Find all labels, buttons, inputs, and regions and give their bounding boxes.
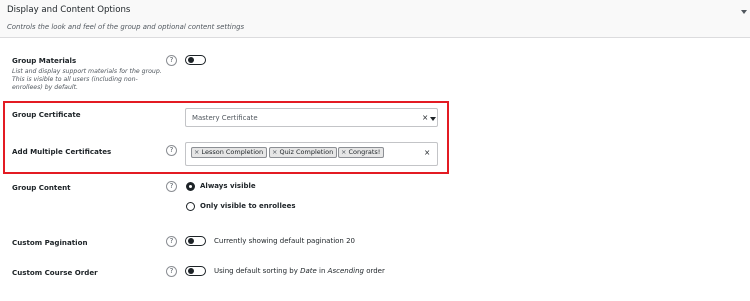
custom-pagination-toggle[interactable] — [185, 236, 206, 246]
tag-remove-icon[interactable]: × — [194, 148, 199, 156]
toggle-knob — [188, 268, 194, 274]
panel-title: Display and Content Options — [7, 5, 131, 15]
radio-only-enrollees-label[interactable]: Only visible to enrollees — [200, 202, 296, 210]
group-materials-toggle[interactable] — [185, 55, 206, 65]
custom-course-order-label: Custom Course Order — [12, 268, 98, 277]
help-icon[interactable]: ? — [166, 266, 177, 277]
radio-always-visible-label[interactable]: Always visible — [200, 182, 256, 190]
toggle-knob — [188, 238, 194, 244]
certificate-tag: × Quiz Completion — [269, 147, 338, 158]
panel-subtitle: Controls the look and feel of the group … — [7, 23, 245, 31]
certificate-tag: × Congrats! — [338, 147, 385, 158]
toggle-knob — [188, 57, 194, 63]
certificate-tag: × Lesson Completion — [191, 147, 268, 158]
certificate-tag-label: Congrats! — [348, 148, 381, 156]
panel-header: Display and Content Options Controls the… — [0, 0, 750, 38]
radio-only-enrollees[interactable] — [186, 202, 195, 211]
help-icon[interactable]: ? — [166, 145, 177, 156]
help-icon[interactable]: ? — [166, 236, 177, 247]
radio-always-visible[interactable] — [186, 182, 195, 191]
help-icon[interactable]: ? — [166, 55, 177, 66]
chevron-down-icon[interactable] — [430, 117, 436, 121]
custom-course-order-status: Using default sorting by Date in Ascendi… — [214, 267, 385, 275]
multiple-certificates-select[interactable]: × Lesson Completion × Quiz Completion × Con… — [185, 142, 438, 166]
collapse-triangle-icon[interactable] — [739, 6, 749, 16]
group-certificate-label: Group Certificate — [12, 110, 81, 119]
sort-field: Date — [300, 267, 317, 275]
group-materials-description: List and display support materials for t… — [12, 68, 162, 91]
tag-remove-icon[interactable]: × — [341, 148, 346, 156]
clear-all-icon[interactable]: × — [424, 148, 430, 157]
status-suffix: order — [363, 267, 385, 275]
custom-course-order-toggle[interactable] — [185, 266, 206, 276]
certificate-tag-label: Quiz Completion — [279, 148, 334, 156]
tag-remove-icon[interactable]: × — [272, 148, 277, 156]
help-icon[interactable]: ? — [166, 181, 177, 192]
certificate-tag-label: Lesson Completion — [201, 148, 264, 156]
clear-selection-icon[interactable]: × — [422, 113, 428, 122]
multiple-certificates-label: Add Multiple Certificates — [12, 147, 112, 156]
status-prefix: Using default sorting by — [214, 267, 301, 275]
group-certificate-selected-value: Mastery Certificate — [192, 114, 258, 122]
sort-direction: Ascending — [327, 267, 364, 275]
group-certificate-select[interactable]: Mastery Certificate × — [185, 108, 438, 127]
status-middle: in — [316, 267, 328, 275]
group-materials-label: Group Materials — [12, 56, 77, 65]
group-content-label: Group Content — [12, 183, 71, 192]
custom-pagination-status: Currently showing default pagination 20 — [214, 237, 355, 245]
custom-pagination-label: Custom Pagination — [12, 238, 88, 247]
